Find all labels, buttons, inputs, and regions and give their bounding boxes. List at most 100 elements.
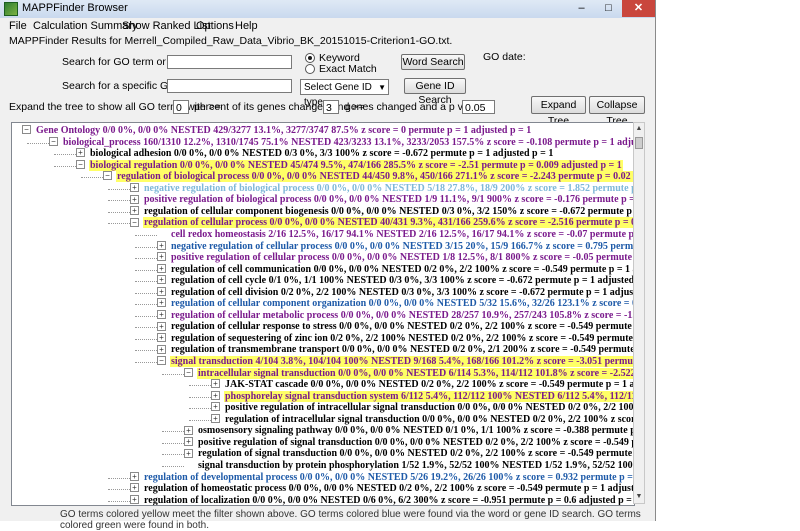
- go-tree-view[interactable]: − Gene Ontology 0/0 0%, 0/0 0% NESTED 429…: [11, 122, 635, 506]
- expand-node-icon[interactable]: +: [211, 413, 220, 423]
- expand-node-icon[interactable]: +: [157, 333, 166, 343]
- tree-vertical-scrollbar[interactable]: ▲ ▼: [633, 122, 645, 504]
- tree-node[interactable]: + positive regulation of intracellular si…: [211, 402, 634, 414]
- menu-file[interactable]: File: [9, 20, 27, 32]
- collapse-node-icon[interactable]: −: [76, 159, 85, 169]
- tree-node[interactable]: cell redox homeostasis 2/16 12.5%, 16/17…: [157, 229, 634, 241]
- expand-node-icon[interactable]: +: [157, 240, 166, 250]
- tree-connector: [135, 258, 157, 260]
- tree-node[interactable]: + regulation of localization 0/0 0%, 0/0 …: [130, 494, 634, 505]
- collapse-node-icon[interactable]: −: [103, 171, 112, 181]
- expand-node-icon[interactable]: +: [76, 148, 85, 158]
- scroll-down-icon[interactable]: ▼: [634, 491, 644, 503]
- expand-node-icon[interactable]: +: [157, 298, 166, 308]
- tree-node[interactable]: + regulation of sequestering of zinc ion …: [157, 333, 634, 345]
- tree-node[interactable]: + regulation of cell communication 0/0 0%…: [157, 263, 634, 276]
- expand-node-icon[interactable]: +: [157, 321, 166, 331]
- collapse-node-icon[interactable]: −: [22, 125, 31, 135]
- tree-node[interactable]: + regulation of cellular metabolic proces…: [157, 310, 634, 322]
- tree-node-label: osmosensory signaling pathway 0/0 0%, 0/…: [198, 425, 634, 437]
- tree-node[interactable]: − signal transduction 4/104 3.8%, 104/104…: [157, 356, 634, 368]
- tree-node[interactable]: − regulation of cellular process 0/0 0%, …: [130, 217, 634, 229]
- tree-node[interactable]: + regulation of cell cycle 0/1 0%, 1/1 10…: [157, 275, 634, 287]
- tree-node[interactable]: + regulation of cellular component biogen…: [130, 206, 634, 218]
- tree-node-label: phosphorelay signal transduction system …: [224, 390, 634, 402]
- expand-node-icon[interactable]: +: [184, 437, 193, 447]
- gene-id-search-button[interactable]: Gene ID Search: [404, 78, 466, 106]
- tree-node[interactable]: + regulation of transmembrane transport 0…: [157, 344, 634, 356]
- expand-node-icon[interactable]: +: [130, 194, 139, 204]
- gene-id-input[interactable]: [167, 79, 292, 93]
- expand-node-icon[interactable]: +: [130, 206, 139, 216]
- tree-node[interactable]: + negative regulation of cellular process…: [157, 240, 634, 253]
- expand-node-icon[interactable]: +: [130, 494, 139, 504]
- expand-node-icon[interactable]: +: [157, 310, 166, 319]
- tree-node[interactable]: + regulation of developmental process 0/0…: [130, 471, 634, 484]
- collapse-node-icon[interactable]: −: [184, 367, 193, 377]
- expand-node-icon[interactable]: +: [184, 448, 193, 458]
- expand-node-icon[interactable]: +: [157, 344, 166, 354]
- exact-match-label: Exact Match: [319, 63, 377, 75]
- go-search-input[interactable]: [167, 55, 292, 69]
- maximize-icon[interactable]: □: [595, 0, 622, 17]
- tree-node[interactable]: + regulation of cellular response to stre…: [157, 321, 634, 333]
- tree-connector: [135, 338, 157, 340]
- expand-node-icon[interactable]: +: [157, 263, 166, 273]
- expand-node-icon[interactable]: +: [211, 379, 220, 389]
- gene-count-input[interactable]: 3: [323, 100, 339, 114]
- tree-node[interactable]: + osmosensory signaling pathway 0/0 0%, 0…: [184, 425, 634, 437]
- tree-node[interactable]: + phosphorelay signal transduction system…: [211, 390, 634, 403]
- keyword-radio[interactable]: [305, 53, 315, 63]
- collapse-node-icon[interactable]: −: [157, 356, 166, 366]
- tree-node-label: regulation of cellular component organiz…: [171, 298, 634, 310]
- tree-node-label: positive regulation of signal transducti…: [198, 436, 634, 448]
- expand-node-icon[interactable]: +: [130, 182, 139, 192]
- expand-tree-button[interactable]: Expand Tree: [531, 96, 586, 127]
- expand-node-icon[interactable]: +: [157, 275, 166, 285]
- tree-connector: [189, 408, 211, 410]
- tree-node[interactable]: − intracellular signal transduction 0/0 0…: [184, 367, 634, 380]
- minimize-icon[interactable]: –: [568, 0, 595, 17]
- scroll-up-icon[interactable]: ▲: [634, 123, 644, 135]
- tree-node[interactable]: + positive regulation of signal transduct…: [184, 436, 634, 449]
- tree-node[interactable]: signal transduction by protein phosphory…: [184, 460, 634, 472]
- close-icon[interactable]: ✕: [622, 0, 655, 17]
- tree-node[interactable]: + JAK-STAT cascade 0/0 0%, 0/0 0% NESTED …: [211, 379, 634, 391]
- p-value-input[interactable]: 0.05: [462, 100, 495, 114]
- tree-node[interactable]: + regulation of signal transduction 0/0 0…: [184, 448, 634, 460]
- expand-node-icon[interactable]: +: [157, 252, 166, 262]
- tree-node-label: regulation of cellular response to stres…: [171, 321, 634, 333]
- word-search-button[interactable]: Word Search: [401, 54, 465, 70]
- tree-node[interactable]: + regulation of cell division 0/2 0%, 2/2…: [157, 286, 634, 299]
- collapse-node-icon[interactable]: −: [130, 217, 139, 227]
- menu-help[interactable]: Help: [235, 20, 258, 32]
- expand-node-icon[interactable]: +: [130, 471, 139, 481]
- tree-node[interactable]: + biological adhesion 0/0 0%, 0/0 0% NEST…: [76, 148, 554, 160]
- tree-node-label: biological_process 160/1310 12.2%, 1310/…: [63, 136, 635, 148]
- expand-node-icon[interactable]: +: [130, 483, 139, 493]
- expand-node-icon[interactable]: +: [184, 425, 193, 435]
- expand-node-icon[interactable]: +: [211, 402, 220, 412]
- expand-node-icon[interactable]: +: [157, 286, 166, 296]
- tree-node[interactable]: − biological regulation 0/0 0%, 0/0 0% NE…: [76, 159, 623, 172]
- scroll-thumb[interactable]: [635, 137, 643, 149]
- menu-bar: File Calculation Summary Show Ranked Lis…: [0, 18, 655, 34]
- exact-match-radio[interactable]: [305, 64, 315, 74]
- tree-node[interactable]: + negative regulation of biological proce…: [130, 182, 634, 195]
- menu-options[interactable]: Options: [196, 20, 234, 32]
- percent-input[interactable]: 0: [173, 100, 189, 114]
- tree-connector: [162, 373, 184, 375]
- collapse-node-icon[interactable]: −: [49, 136, 58, 146]
- tree-node[interactable]: − Gene Ontology 0/0 0%, 0/0 0% NESTED 429…: [22, 125, 532, 137]
- tree-node[interactable]: + positive regulation of cellular process…: [157, 252, 634, 264]
- expand-node-icon[interactable]: +: [211, 390, 220, 400]
- tree-node[interactable]: + regulation of cellular component organi…: [157, 298, 634, 310]
- tree-node[interactable]: + positive regulation of biological proce…: [130, 194, 634, 206]
- tree-node[interactable]: − regulation of biological process 0/0 0%…: [103, 171, 634, 183]
- tree-connector: [189, 396, 211, 398]
- collapse-tree-button[interactable]: Collapse Tree: [589, 96, 645, 127]
- tree-node[interactable]: + regulation of intracellular signal tran…: [211, 413, 634, 426]
- tree-node[interactable]: − biological_process 160/1310 12.2%, 1310…: [49, 136, 635, 149]
- gene-id-type-select[interactable]: Select Gene ID type ▼: [300, 79, 389, 108]
- tree-node[interactable]: + regulation of homeostatic process 0/0 0…: [130, 483, 634, 495]
